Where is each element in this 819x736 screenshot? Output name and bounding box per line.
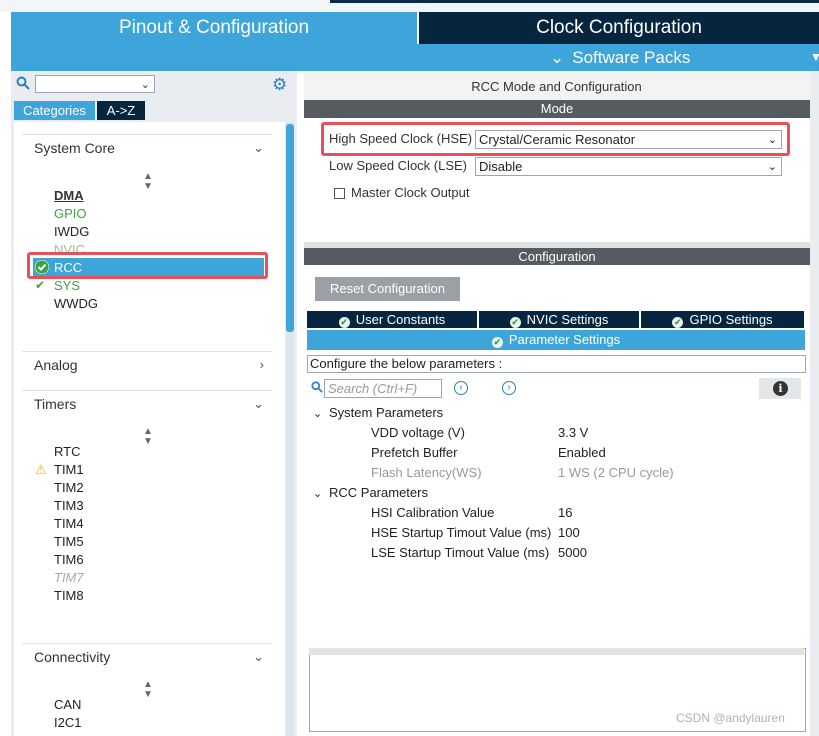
chevron-down-icon: ⌄	[253, 649, 264, 664]
chevron-down-icon: ⌄	[253, 140, 264, 155]
section-connectivity[interactable]: Connectivity ⌄	[22, 643, 272, 666]
param-value: 1 WS (2 CPU cycle)	[558, 465, 674, 480]
list-item-tim3[interactable]: TIM3	[54, 498, 84, 514]
tab-parameter-settings[interactable]: ✔ Parameter Settings	[307, 330, 805, 350]
chevron-down-icon: ⌄	[253, 396, 264, 411]
list-item-tim4[interactable]: TIM4	[54, 516, 84, 532]
chevron-down-icon: ⌄	[313, 488, 323, 500]
list-item-tim7[interactable]: TIM7	[54, 570, 84, 586]
lse-label: Low Speed Clock (LSE)	[329, 158, 468, 173]
tab-label: User Constants	[355, 312, 446, 327]
software-packs-menu[interactable]: ⌄ Software Packs	[550, 44, 690, 71]
warning-icon: ⚠	[35, 462, 47, 477]
lse-select[interactable]: Disable ⌄	[475, 157, 782, 176]
param-name[interactable]: HSI Calibration Value	[371, 504, 494, 522]
tab-a-to-z[interactable]: A->Z	[97, 101, 145, 120]
list-item-tim2[interactable]: TIM2	[54, 480, 84, 496]
tab-label: NVIC Settings	[526, 312, 609, 327]
check-circle-icon: ✔	[672, 317, 684, 328]
tab-categories[interactable]: Categories	[14, 101, 95, 120]
section-label: Analog	[34, 357, 78, 373]
chevron-down-icon: ⌄	[313, 408, 323, 420]
description-splitter[interactable]	[309, 648, 804, 655]
search-input[interactable]: Search (Ctrl+F)	[324, 379, 442, 398]
section-label: Timers	[34, 396, 77, 412]
param-value[interactable]: 16	[558, 504, 572, 522]
section-analog[interactable]: Analog ›	[22, 351, 272, 374]
right-scrollbar[interactable]	[810, 71, 819, 736]
section-timers[interactable]: Timers ⌄	[22, 390, 272, 413]
param-value[interactable]: 3.3 V	[558, 424, 588, 442]
tab-label: GPIO Settings	[689, 312, 773, 327]
section-system-core[interactable]: System Core ⌄	[22, 134, 272, 157]
tab-label: Parameter Settings	[508, 332, 621, 347]
watermark: CSDN @andylauren	[676, 711, 785, 725]
search-icon[interactable]	[16, 76, 30, 94]
check-circle-icon: ✔	[338, 317, 350, 328]
list-item-dma[interactable]: DMA	[54, 188, 84, 204]
check-icon: ✔	[35, 278, 46, 292]
list-item-wwdg[interactable]: WWDG	[54, 296, 98, 312]
param-value[interactable]: 5000	[558, 544, 587, 562]
category-search-select[interactable]: ⌄	[35, 75, 155, 93]
mode-header: Mode	[304, 100, 810, 118]
tab-nvic-settings[interactable]: ✔ NVIC Settings	[479, 311, 639, 328]
list-item-sys[interactable]: SYS	[54, 278, 80, 294]
chevron-right-icon: ›	[259, 357, 264, 372]
param-name[interactable]: LSE Startup Timout Value (ms)	[371, 544, 549, 562]
rcc-highlight-box	[27, 252, 268, 279]
scrollbar-thumb[interactable]	[286, 124, 294, 332]
software-packs-label: Software Packs	[572, 48, 691, 67]
master-clock-output-label: Master Clock Output	[351, 185, 470, 200]
sort-icon[interactable]: ▲ ▼	[143, 427, 153, 447]
top-strip	[0, 0, 819, 12]
software-packs-bar	[11, 44, 819, 71]
param-name[interactable]: Prefetch Buffer	[371, 444, 457, 462]
chevron-down-icon: ⌄	[550, 48, 565, 67]
param-name: Flash Latency(WS)	[371, 465, 482, 480]
group-system-parameters[interactable]: ⌄ System Parameters	[313, 404, 443, 423]
list-item-tim5[interactable]: TIM5	[54, 534, 84, 550]
list-item-iwdg[interactable]: IWDG	[54, 224, 89, 240]
section-label: Connectivity	[34, 649, 111, 665]
section-label: System Core	[34, 140, 115, 156]
tab-gpio-settings[interactable]: ✔ GPIO Settings	[641, 311, 804, 328]
list-item-gpio[interactable]: GPIO	[54, 206, 87, 222]
param-name[interactable]: VDD voltage (V)	[371, 424, 465, 442]
chevron-down-icon: ⌄	[767, 161, 777, 173]
param-name[interactable]: HSE Startup Timout Value (ms)	[371, 524, 551, 542]
lse-value: Disable	[479, 159, 523, 174]
tab-clock-configuration[interactable]: Clock Configuration	[419, 12, 819, 44]
gear-icon[interactable]: ⚙	[272, 76, 287, 93]
tab-user-constants[interactable]: ✔ User Constants	[307, 311, 477, 328]
list-item-i2c1[interactable]: I2C1	[54, 715, 81, 731]
info-icon[interactable]: i	[773, 381, 788, 396]
configure-parameters-label: Configure the below parameters :	[307, 355, 806, 373]
param-value[interactable]: Enabled	[558, 444, 606, 462]
next-icon[interactable]: ›	[502, 381, 516, 395]
group-label: RCC Parameters	[329, 485, 428, 500]
chevron-down-icon: ⌄	[140, 79, 150, 91]
panel-title: RCC Mode and Configuration	[471, 79, 642, 94]
configuration-header: Configuration	[304, 248, 810, 265]
list-item-can[interactable]: CAN	[54, 697, 81, 713]
group-rcc-parameters[interactable]: ⌄ RCC Parameters	[313, 484, 428, 503]
tab-pinout-configuration[interactable]: Pinout & Configuration	[11, 12, 417, 44]
sort-icon[interactable]: ▲ ▼	[143, 172, 153, 192]
reset-configuration-button[interactable]: Reset Configuration	[315, 277, 460, 301]
previous-icon[interactable]: ‹	[454, 381, 468, 395]
search-icon[interactable]	[311, 381, 323, 396]
list-item-tim8[interactable]: TIM8	[54, 588, 84, 604]
list-item-tim1[interactable]: TIM1	[54, 462, 84, 478]
master-clock-output-checkbox[interactable]	[334, 188, 345, 199]
list-item-tim6[interactable]: TIM6	[54, 552, 84, 568]
check-circle-icon: ✔	[509, 317, 521, 328]
chevron-down-icon[interactable]: ▼	[810, 44, 819, 71]
param-value[interactable]: 100	[558, 524, 580, 542]
hse-highlight-box	[321, 122, 790, 156]
group-label: System Parameters	[329, 405, 444, 420]
list-item-rtc[interactable]: RTC	[54, 444, 80, 460]
check-circle-icon: ✔	[491, 337, 503, 348]
sort-icon[interactable]: ▲ ▼	[143, 680, 153, 700]
